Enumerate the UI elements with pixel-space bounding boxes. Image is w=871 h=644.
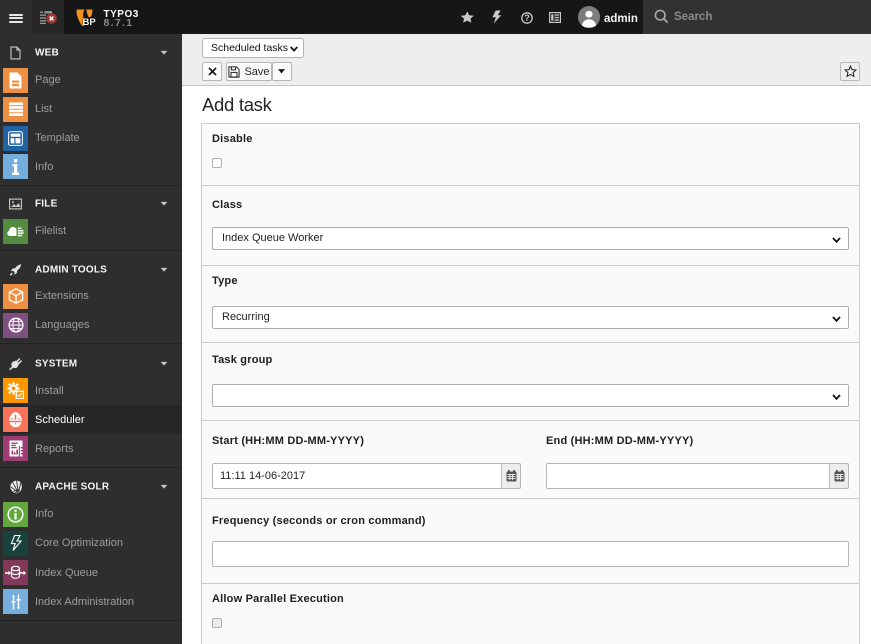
svg-text:?: ? xyxy=(524,13,530,23)
